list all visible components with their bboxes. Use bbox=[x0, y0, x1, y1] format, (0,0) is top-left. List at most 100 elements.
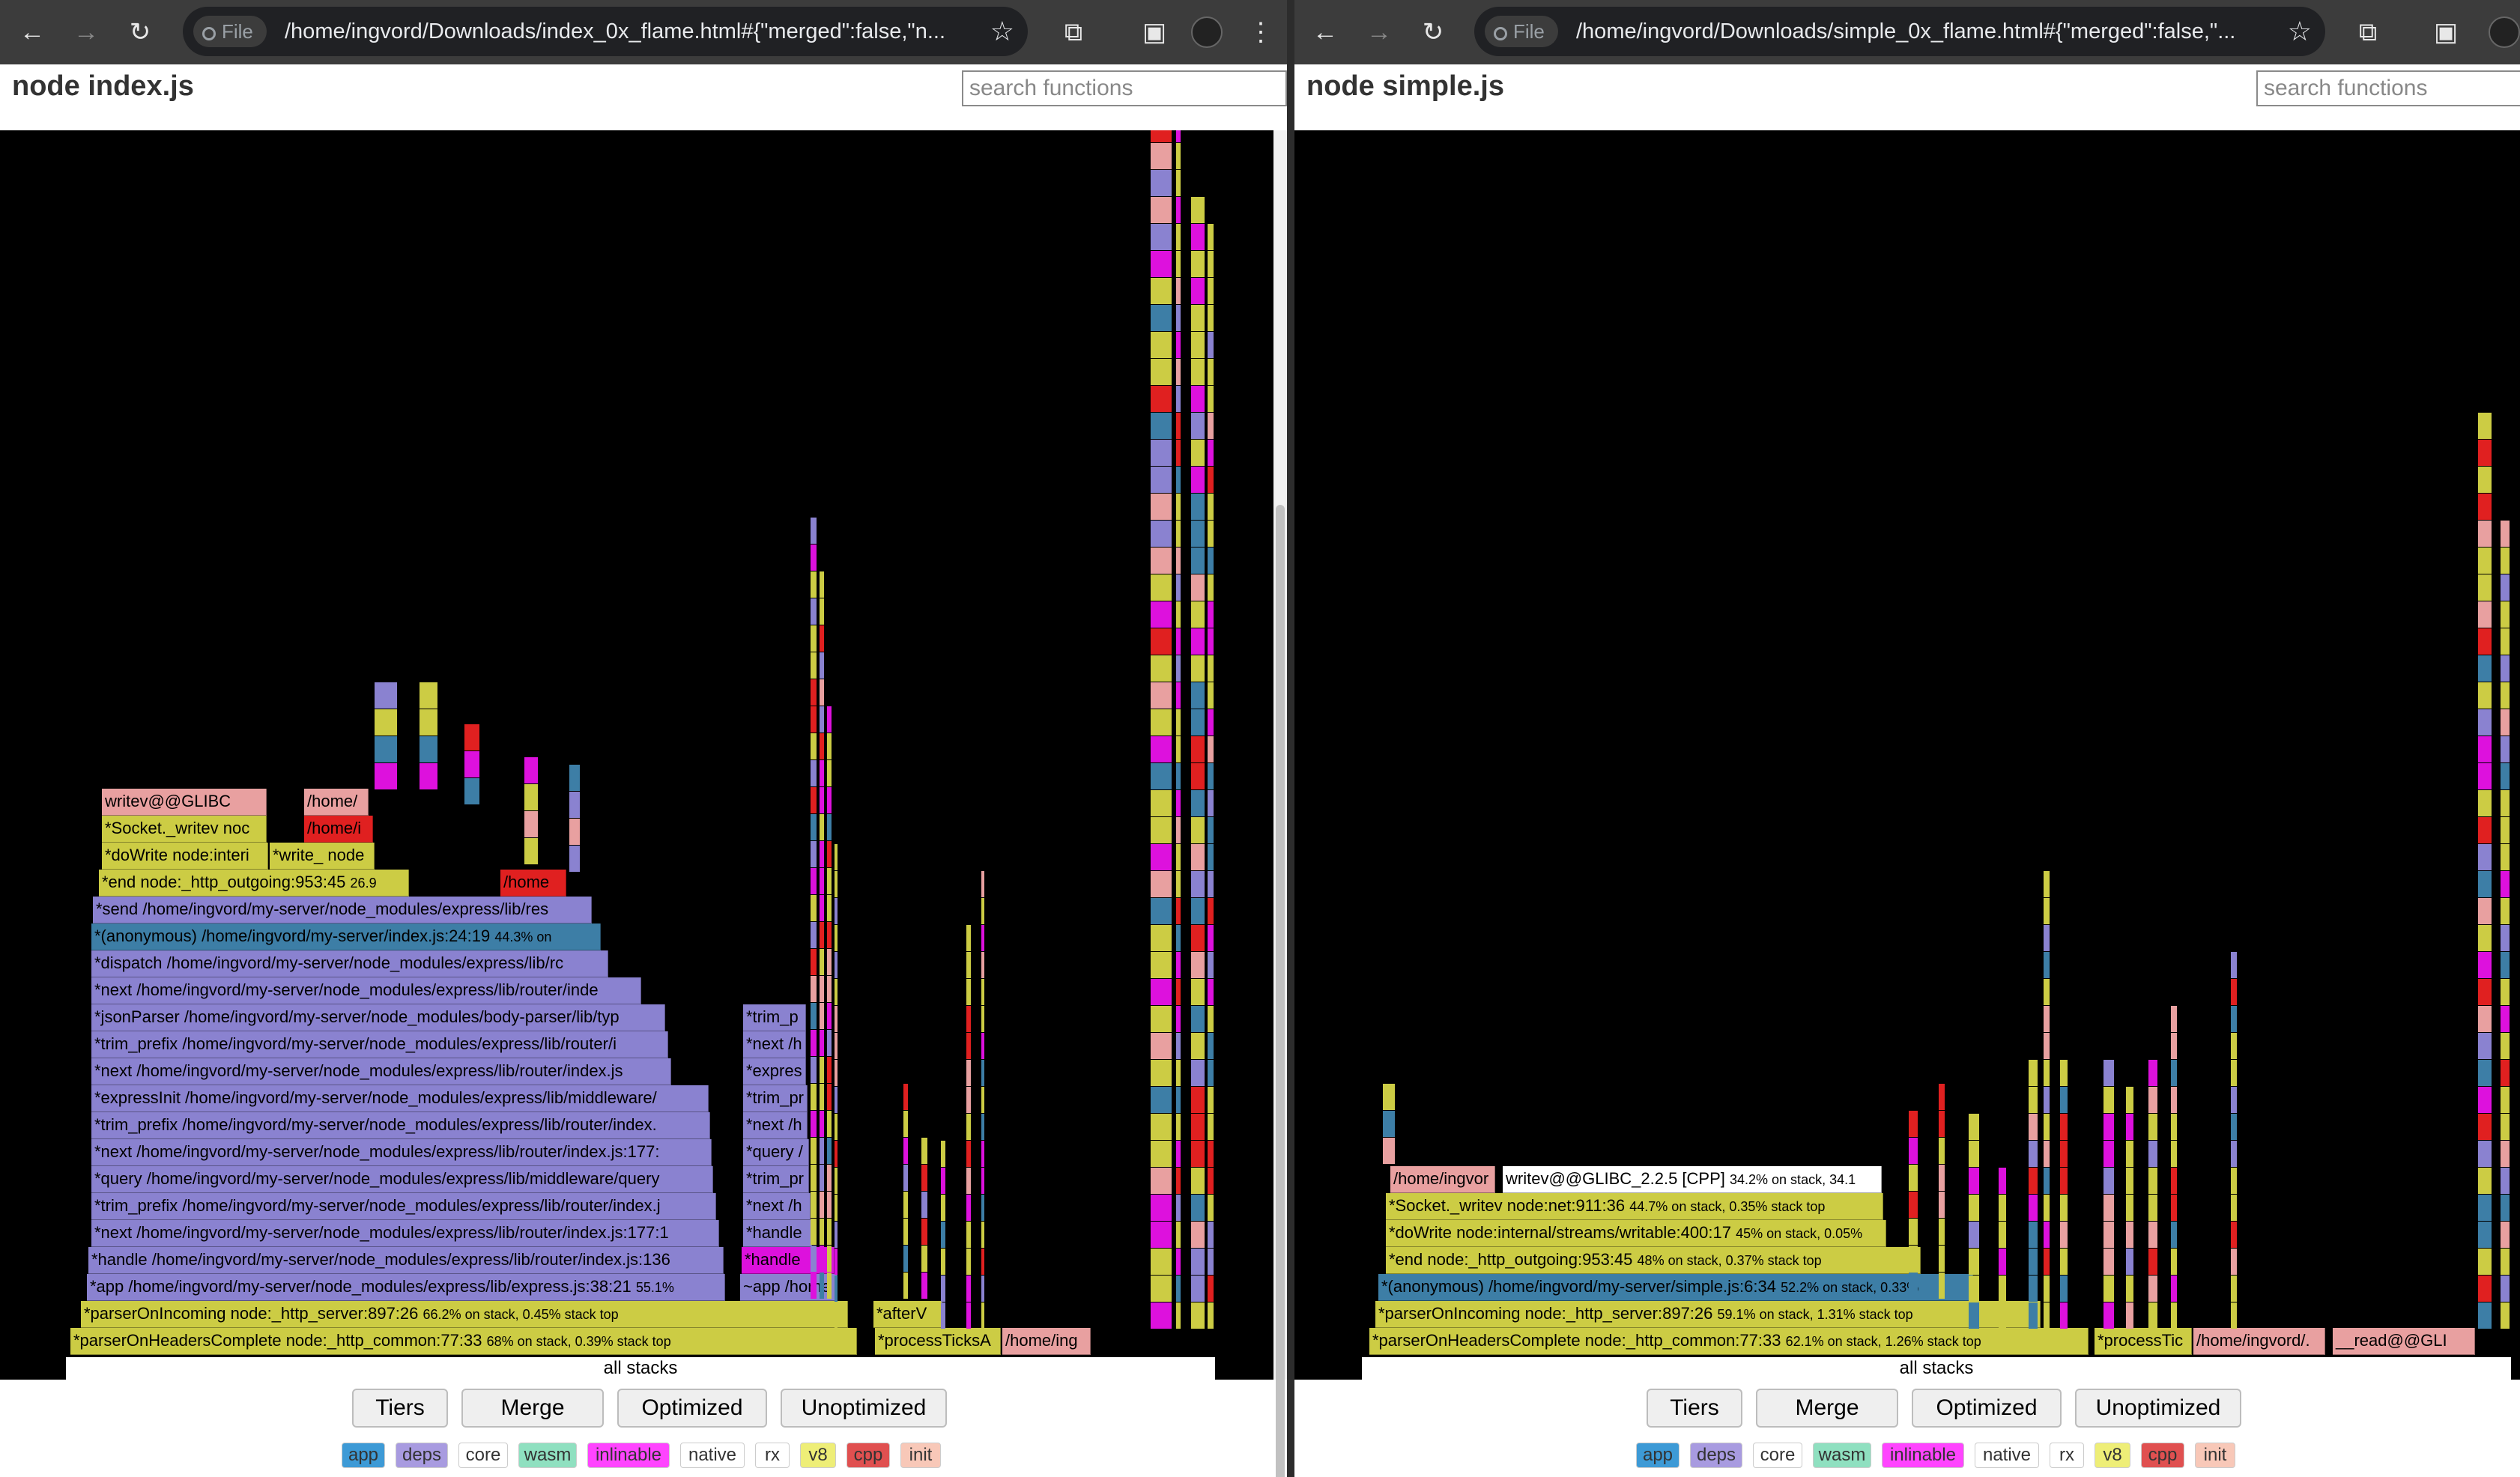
flame-frame[interactable] bbox=[2044, 925, 2050, 951]
flame-frame[interactable] bbox=[1151, 1276, 1172, 1302]
flame-frame[interactable] bbox=[820, 760, 824, 786]
flame-frame[interactable] bbox=[2501, 898, 2510, 924]
flame-frame[interactable] bbox=[1151, 601, 1172, 628]
flame-frame[interactable] bbox=[2501, 1060, 2510, 1086]
flame-frame[interactable] bbox=[2501, 628, 2510, 655]
flame-frame[interactable] bbox=[2126, 1114, 2133, 1140]
flame-frame[interactable] bbox=[1176, 898, 1181, 924]
flame-frame[interactable] bbox=[2501, 1141, 2510, 1167]
flame-frame[interactable] bbox=[1208, 952, 1214, 978]
flame-frame[interactable] bbox=[981, 1087, 984, 1113]
flame-frame[interactable] bbox=[2060, 1249, 2068, 1275]
flame-frame[interactable] bbox=[2478, 871, 2492, 897]
flame-frame[interactable] bbox=[1191, 817, 1205, 843]
flame-frame[interactable] bbox=[1208, 898, 1214, 924]
flame-frame[interactable] bbox=[820, 706, 824, 733]
flame-frame[interactable] bbox=[1176, 790, 1181, 816]
flame-frame[interactable] bbox=[1151, 574, 1172, 601]
flame-frame[interactable] bbox=[2126, 1302, 2133, 1329]
legend-core[interactable]: core bbox=[1753, 1443, 1802, 1468]
flame-frame[interactable] bbox=[1176, 844, 1181, 870]
flame-frame[interactable] bbox=[569, 819, 580, 845]
flame-frame[interactable] bbox=[835, 1006, 838, 1032]
flame-frame[interactable] bbox=[2478, 979, 2492, 1005]
flame-frame[interactable] bbox=[2044, 1195, 2050, 1221]
flame-frame[interactable] bbox=[1191, 844, 1205, 870]
flame-frame[interactable] bbox=[1176, 440, 1181, 466]
flame-frame[interactable] bbox=[1208, 790, 1214, 816]
flame-frame[interactable] bbox=[524, 757, 538, 783]
flame-frame[interactable] bbox=[1176, 197, 1181, 223]
flame-frame[interactable] bbox=[820, 1219, 824, 1245]
url-text[interactable]: /home/ingvord/Downloads/index_0x_flame.h… bbox=[285, 7, 974, 56]
flame-frame[interactable] bbox=[811, 868, 817, 894]
legend-wasm[interactable]: wasm bbox=[1813, 1443, 1871, 1468]
flame-frame[interactable] bbox=[981, 871, 984, 897]
flame-frame[interactable] bbox=[1208, 1302, 1214, 1329]
flame-frame[interactable] bbox=[1208, 1249, 1214, 1275]
flame-frame[interactable] bbox=[2501, 1222, 2510, 1248]
flame-frame[interactable] bbox=[1383, 1084, 1395, 1110]
flame-frame[interactable] bbox=[2231, 1168, 2237, 1194]
reload-icon[interactable]: ↻ bbox=[123, 15, 157, 49]
flame-frame[interactable] bbox=[966, 1114, 971, 1140]
flame-frame[interactable] bbox=[375, 736, 397, 762]
flame-frame[interactable] bbox=[1176, 1060, 1181, 1086]
flame-frame[interactable] bbox=[375, 763, 397, 789]
extensions-icon[interactable]: ⧉ bbox=[2351, 15, 2385, 49]
flame-frame[interactable] bbox=[2029, 1141, 2038, 1167]
flame-frame[interactable] bbox=[2044, 1222, 2050, 1248]
flame-frame[interactable] bbox=[981, 1006, 984, 1032]
forward-icon[interactable]: → bbox=[1362, 15, 1396, 49]
flame-frame[interactable] bbox=[1191, 1168, 1205, 1194]
legend-v8[interactable]: v8 bbox=[800, 1443, 836, 1468]
flame-frame[interactable] bbox=[2148, 1114, 2157, 1140]
optimized-button[interactable]: Optimized bbox=[1912, 1389, 2062, 1428]
side-panel-icon[interactable]: ▣ bbox=[2429, 15, 2463, 49]
flame-frame[interactable] bbox=[1208, 1006, 1214, 1032]
flame-frame[interactable] bbox=[827, 949, 832, 975]
flame-frame[interactable] bbox=[2478, 763, 2492, 789]
flame-frame[interactable] bbox=[820, 1138, 824, 1164]
flame-frame[interactable] bbox=[2044, 1006, 2050, 1032]
flame-frame[interactable] bbox=[2148, 1249, 2157, 1275]
flame-frame[interactable] bbox=[1151, 655, 1172, 682]
flame-frame[interactable] bbox=[1151, 413, 1172, 439]
flame-frame[interactable] bbox=[827, 1273, 832, 1299]
flame-frame[interactable] bbox=[827, 1084, 832, 1110]
flame-frame[interactable] bbox=[569, 765, 580, 791]
flame-frame[interactable] bbox=[2501, 1033, 2510, 1059]
flame-frame[interactable] bbox=[1191, 413, 1205, 439]
flame-frame[interactable] bbox=[2478, 952, 2492, 978]
flame-frame[interactable] bbox=[811, 1165, 817, 1191]
flame-frame[interactable] bbox=[1909, 1246, 1918, 1272]
flame-frame[interactable] bbox=[1191, 1141, 1205, 1167]
flame-frame[interactable] bbox=[1191, 1114, 1205, 1140]
flame-frame[interactable] bbox=[1151, 736, 1172, 762]
flame-frame[interactable] bbox=[811, 1030, 817, 1056]
flame-frame[interactable] bbox=[1969, 1302, 1979, 1329]
flame-frame[interactable] bbox=[1151, 628, 1172, 655]
flame-frame[interactable] bbox=[1191, 467, 1205, 493]
flame-frame[interactable] bbox=[941, 1302, 945, 1329]
flame-frame[interactable] bbox=[903, 1246, 908, 1272]
flame-frame[interactable] bbox=[981, 1033, 984, 1059]
flame-frame[interactable] bbox=[2126, 1276, 2133, 1302]
flame-frame[interactable] bbox=[981, 1195, 984, 1221]
flame-frame[interactable] bbox=[941, 1168, 945, 1194]
flame-frame[interactable] bbox=[2044, 1249, 2050, 1275]
flame-frame[interactable] bbox=[1151, 1195, 1172, 1221]
flame-frame[interactable] bbox=[2231, 1222, 2237, 1248]
flame-frame[interactable] bbox=[1191, 521, 1205, 547]
flame-frame[interactable] bbox=[2501, 844, 2510, 870]
flame-frame[interactable] bbox=[1208, 359, 1214, 385]
flame-frame[interactable] bbox=[811, 1084, 817, 1110]
flame-frame[interactable] bbox=[1191, 952, 1205, 978]
legend-init[interactable]: init bbox=[2195, 1443, 2235, 1468]
flame-frame[interactable] bbox=[1909, 1273, 1918, 1299]
flame-frame[interactable] bbox=[2044, 1276, 2050, 1302]
flame-frame[interactable] bbox=[966, 952, 971, 978]
flame-frame[interactable] bbox=[2044, 1114, 2050, 1140]
flame-frame[interactable] bbox=[921, 1246, 927, 1272]
flame-frame[interactable] bbox=[1176, 224, 1181, 250]
